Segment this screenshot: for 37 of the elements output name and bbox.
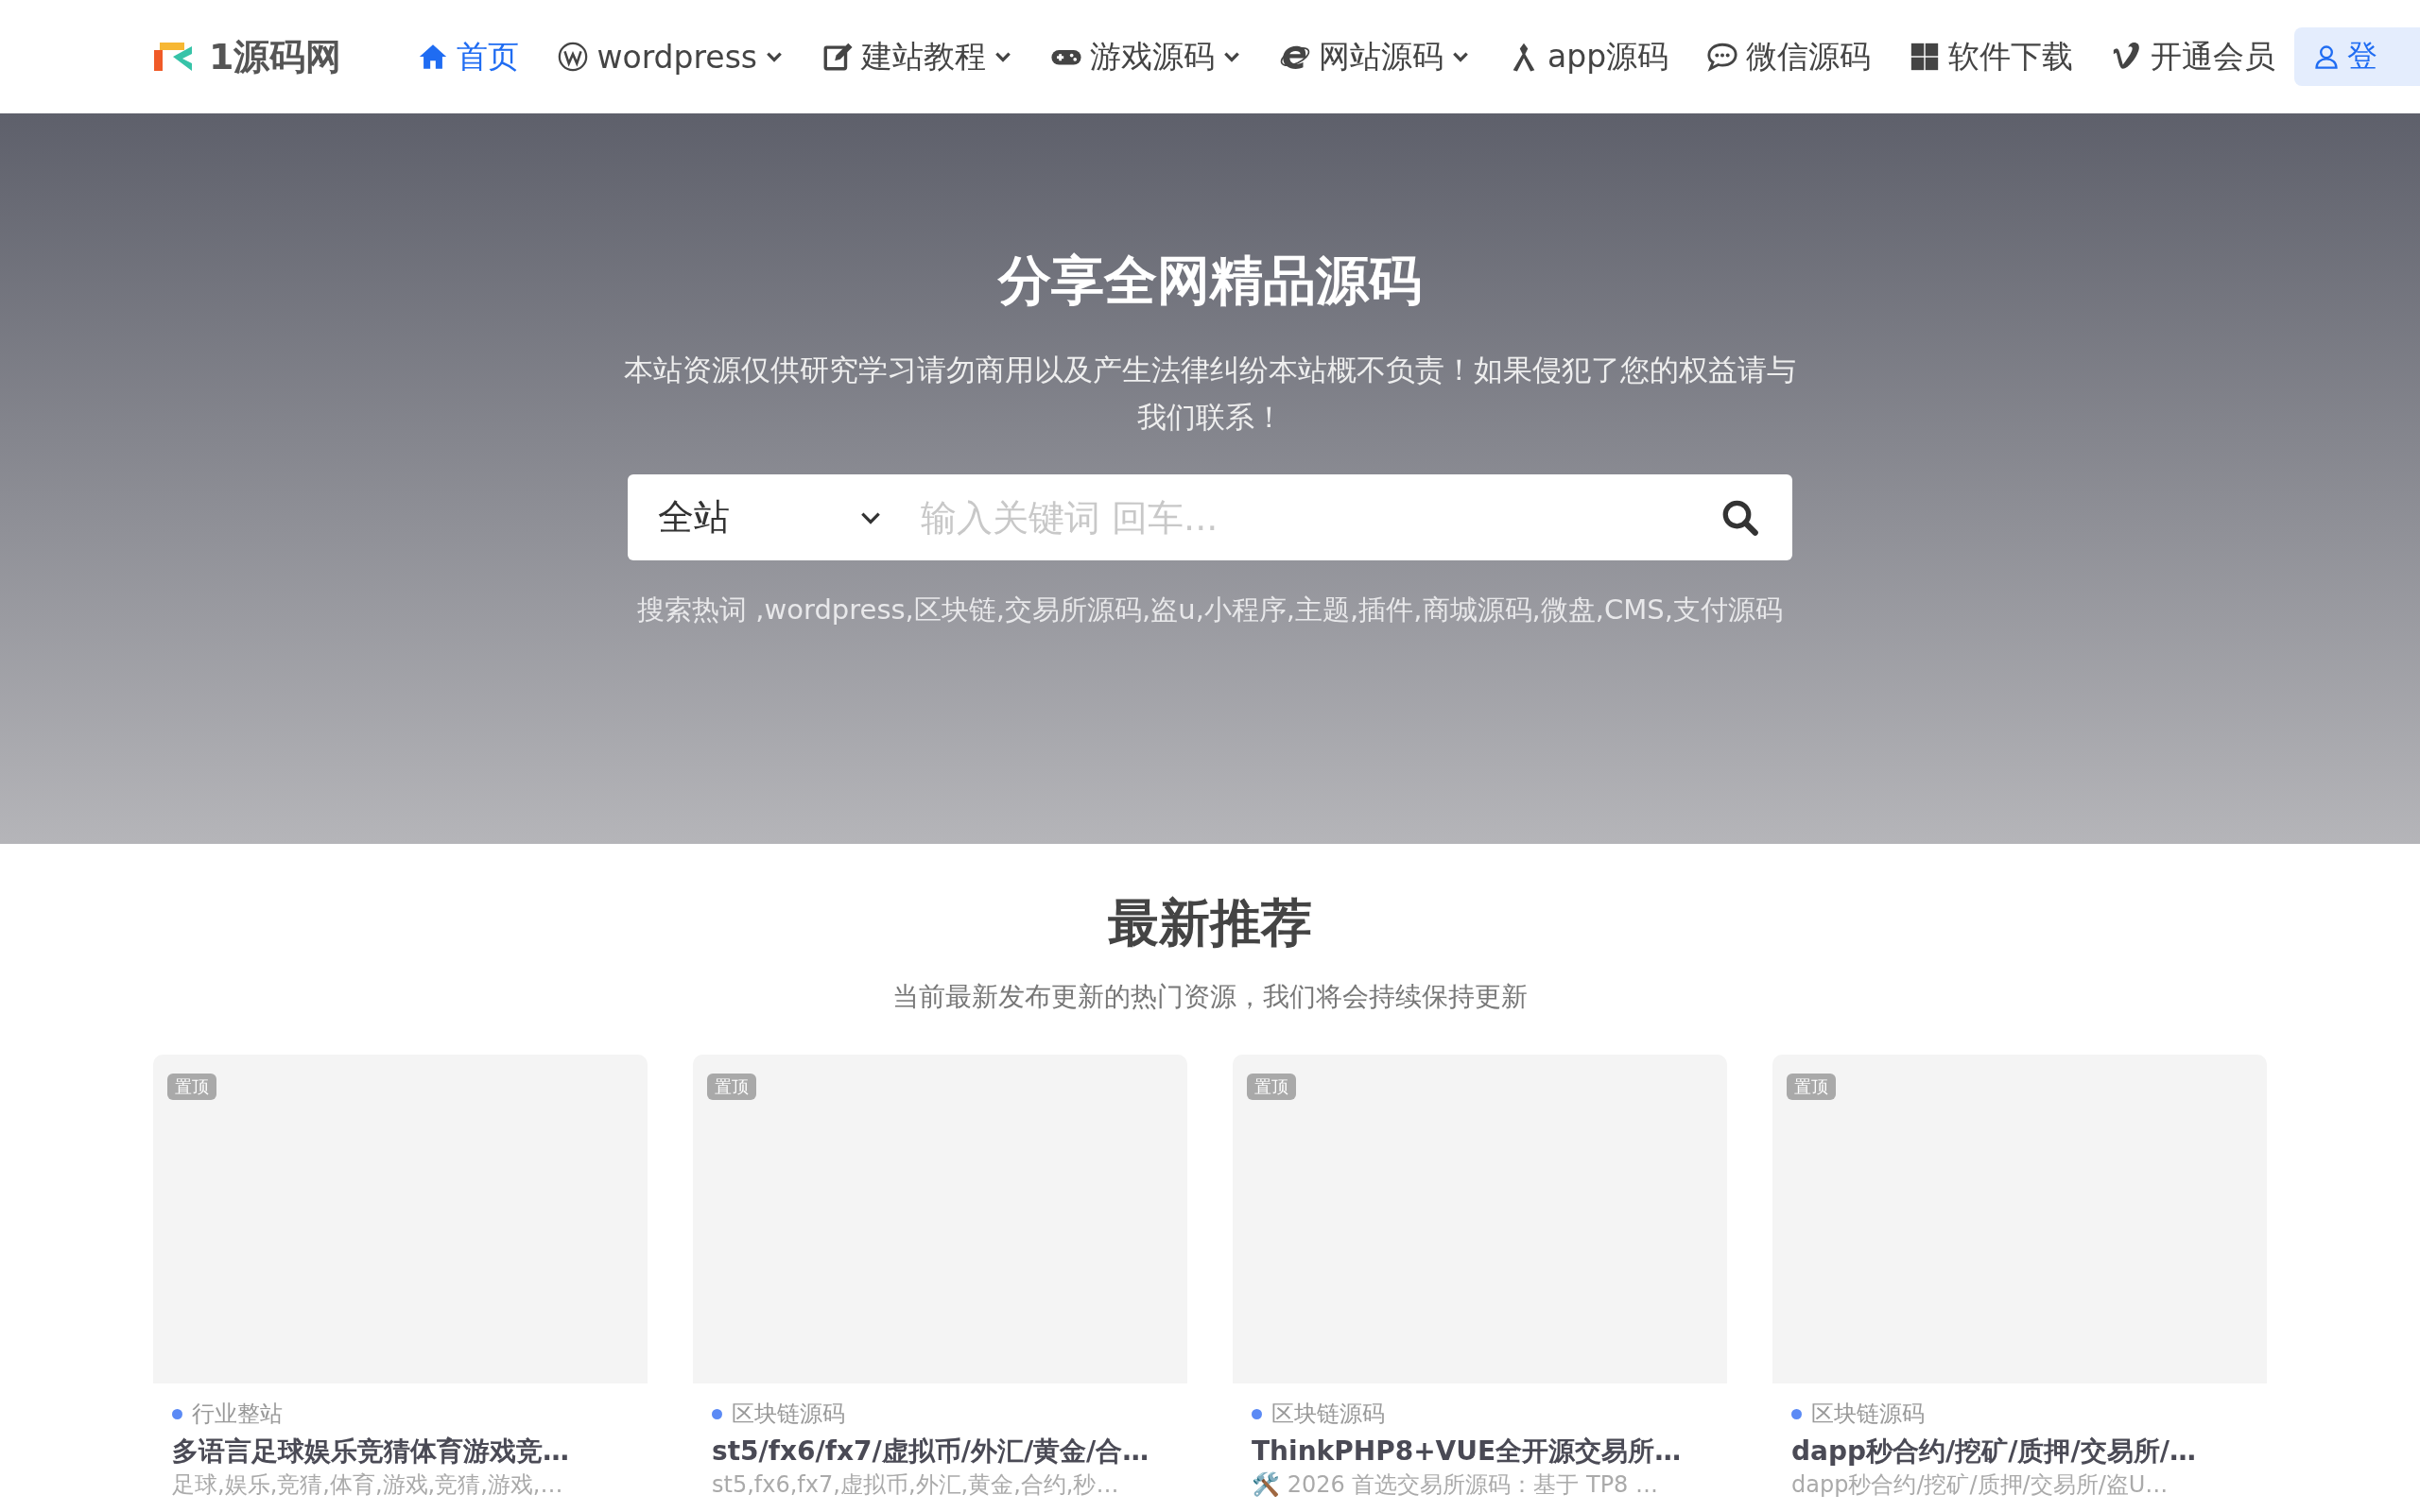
nav-item[interactable]: app源码 [1508,35,1669,78]
nav-item[interactable]: wordpress [557,38,785,76]
card-title[interactable]: ThinkPHP8+VUE全开源交易所… [1252,1435,1727,1468]
nav-item[interactable]: 软件下载 [1909,35,2074,78]
card-title[interactable]: st5/fx6/fx7/虚拟币/外汇/黄金/合… [712,1435,1187,1468]
category-dot [1252,1408,1262,1419]
card-title[interactable]: dapp秒合约/挖矿/质押/交易所/… [1791,1435,2267,1468]
hero-title: 分享全网精品源码 [998,249,1422,313]
category-dot [1791,1408,1802,1419]
card-description: dapp秒合约/挖矿/质押/交易所/盗U… [1791,1471,2169,1499]
nav-item[interactable]: 网站源码 [1279,35,1471,78]
logo-text[interactable]: 1源码网 [209,32,342,81]
category-dot [712,1408,722,1419]
pinned-badge: 置顶 [167,1074,216,1100]
nav-icon [557,41,590,73]
nav-item[interactable]: 微信源码 [1706,35,1872,78]
login-button[interactable]: 登 [2294,27,2420,86]
hot-words: 搜索热词 ,wordpress,区块链,交易所源码,盗u,小程序,主题,插件,商城源码,微盘,CMS,支付源码 [636,593,1784,627]
pinned-badge: 置顶 [1247,1074,1296,1100]
category-dot [172,1408,182,1419]
card-title[interactable]: 多语言足球娱乐竞猜体育游戏竞… [172,1435,648,1468]
user-icon [2313,43,2341,70]
card-description: st5,fx6,fx7,虚拟币,外汇,黄金,合约,秒… [712,1471,1120,1499]
card-description: 🛠 2026 首选交易所源码：基于 TP8 … [1252,1471,1659,1499]
nav-item[interactable]: 首页 [417,35,520,78]
nav-item[interactable]: 开通会员 [2111,35,2276,78]
hero-subtitle: 本站资源仅供研究学习请勿商用以及产生法律纠纷本站概不负责！如果侵犯了您的权益请与我们联系！ [623,352,1797,436]
pinned-badge: 置顶 [1787,1074,1836,1100]
nav-icon [1706,41,1739,73]
section-subtitle: 当前最新发布更新的热门资源，我们将会持续保持更新 [892,980,1528,1014]
nav-item[interactable]: 建站教程 [821,35,1013,78]
card-description: 足球,娱乐,竞猜,体育,游戏,竞猜,游戏,… [172,1471,564,1499]
scope-dropdown[interactable]: 全站 [628,474,911,560]
nav-item[interactable]: 游戏源码 [1050,35,1242,78]
nav-icon [821,41,855,73]
pinned-badge: 置顶 [707,1074,756,1100]
section-title: 最新推荐 [1108,892,1312,954]
